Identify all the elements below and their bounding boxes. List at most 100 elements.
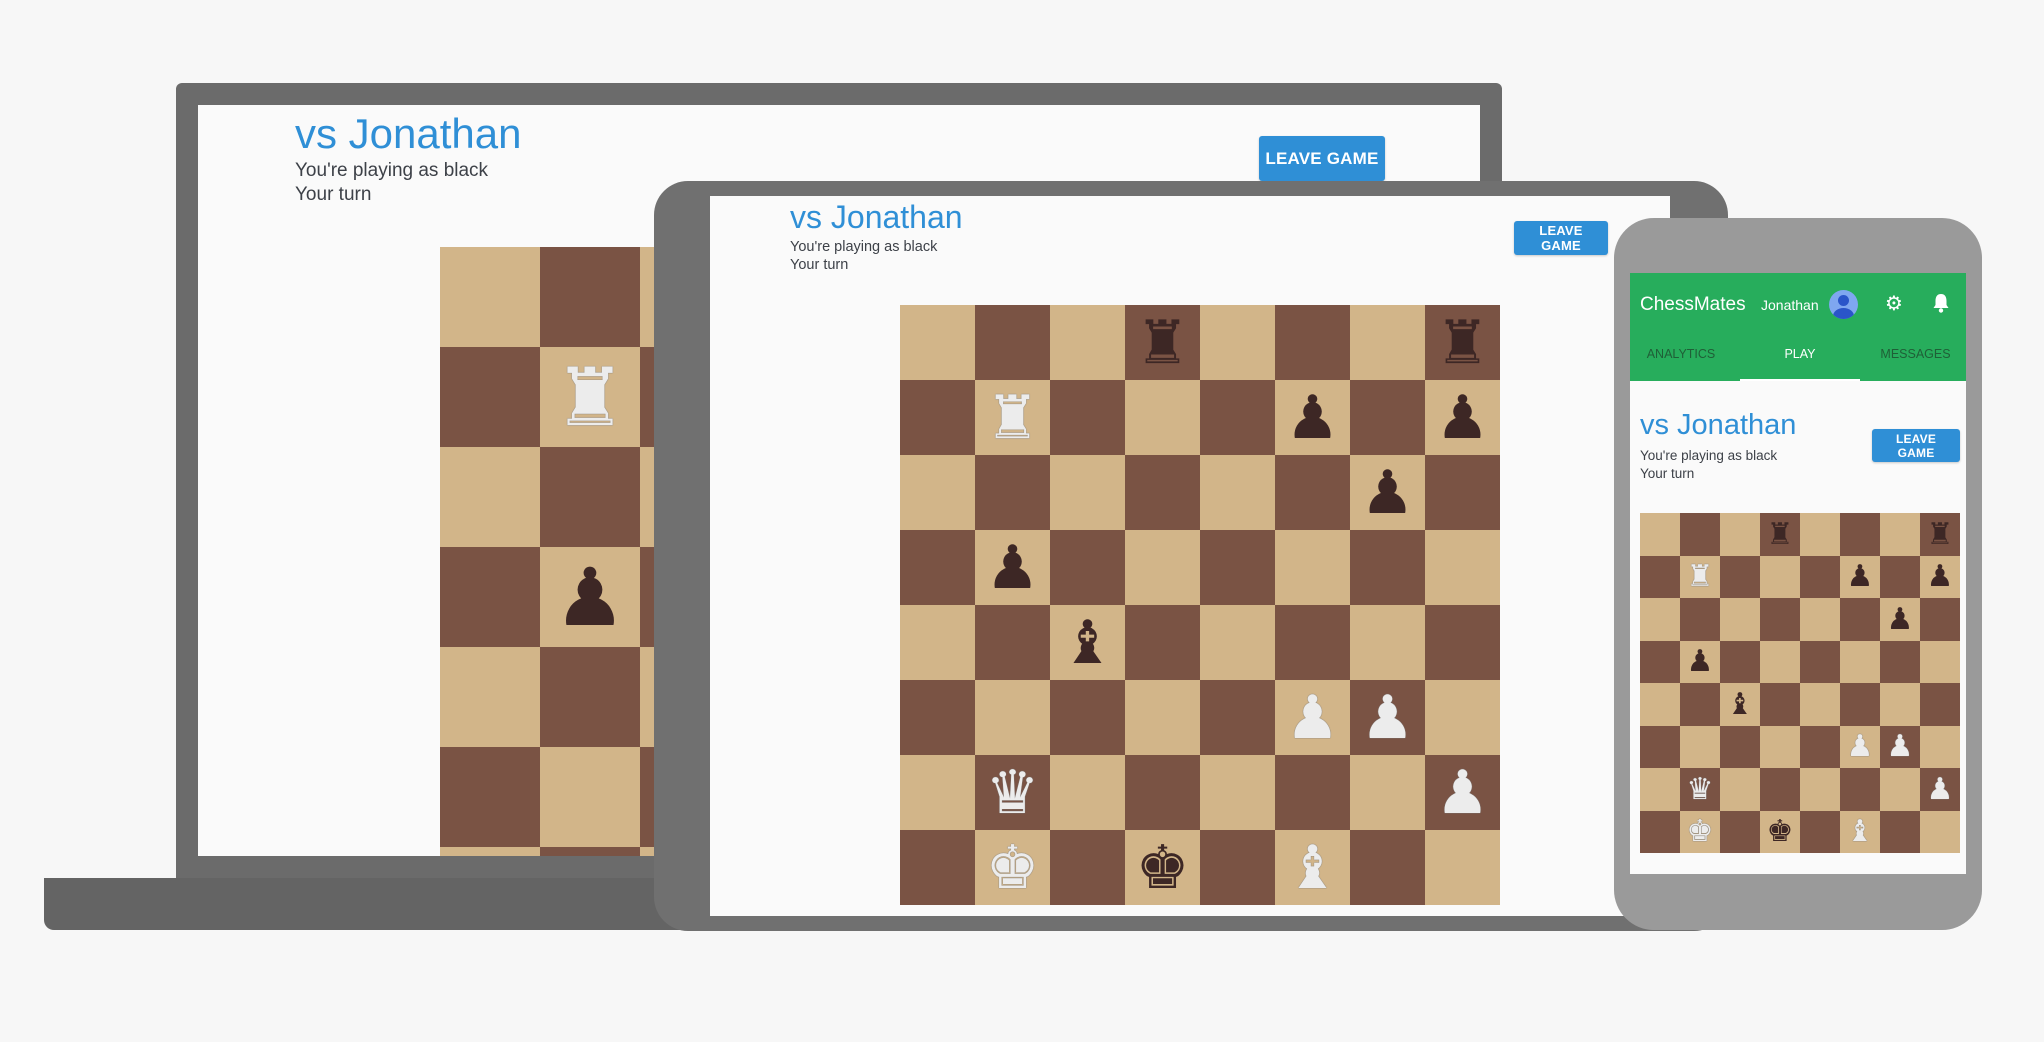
board-square[interactable] [1275, 605, 1350, 680]
black-pawn-icon[interactable]: ♟ [1927, 559, 1954, 594]
board-square[interactable] [1880, 513, 1920, 556]
board-square[interactable] [975, 305, 1050, 380]
board-square[interactable] [1840, 513, 1880, 556]
board-square[interactable] [1350, 380, 1425, 455]
board-square[interactable] [440, 647, 540, 747]
board-square[interactable] [1840, 768, 1880, 811]
board-square[interactable] [1920, 683, 1960, 726]
user-name[interactable]: Jonathan [1761, 297, 1819, 313]
board-square[interactable]: ♝ [1050, 605, 1125, 680]
black-rook-icon[interactable]: ♜ [1927, 517, 1954, 552]
board-square[interactable] [440, 347, 540, 447]
board-square[interactable] [440, 247, 540, 347]
black-pawn-icon[interactable]: ♟ [1847, 559, 1874, 594]
board-square[interactable]: ♛ [1680, 768, 1720, 811]
board-square[interactable] [1200, 755, 1275, 830]
board-square[interactable] [900, 830, 975, 905]
board-square[interactable]: ♟ [1425, 380, 1500, 455]
board-square[interactable] [1425, 830, 1500, 905]
board-square[interactable] [1840, 598, 1880, 641]
board-square[interactable] [900, 680, 975, 755]
leave-game-button[interactable]: LEAVE GAME [1259, 136, 1385, 181]
board-square[interactable] [1640, 810, 1680, 853]
board-square[interactable] [1200, 455, 1275, 530]
board-square[interactable] [900, 305, 975, 380]
board-square[interactable] [1680, 725, 1720, 768]
board-square[interactable]: ♜ [1760, 513, 1800, 556]
leave-game-button[interactable]: LEAVE GAME [1514, 221, 1608, 255]
board-square[interactable] [540, 647, 640, 747]
black-pawn-icon[interactable]: ♟ [1286, 383, 1340, 453]
board-square[interactable] [1720, 513, 1760, 556]
board-square[interactable] [1275, 305, 1350, 380]
board-square[interactable] [1640, 725, 1680, 768]
board-square[interactable]: ♝ [1720, 683, 1760, 726]
board-square[interactable]: ♛ [540, 847, 640, 856]
board-square[interactable] [440, 447, 540, 547]
board-square[interactable]: ♚ [975, 830, 1050, 905]
board-square[interactable] [1640, 640, 1680, 683]
board-square[interactable]: ♟ [1275, 680, 1350, 755]
board-square[interactable] [900, 530, 975, 605]
board-square[interactable] [1720, 768, 1760, 811]
black-rook-icon[interactable]: ♜ [1436, 308, 1490, 378]
board-square[interactable] [1050, 830, 1125, 905]
white-rook-icon[interactable]: ♜ [1687, 559, 1714, 594]
board-square[interactable] [900, 605, 975, 680]
board-square[interactable]: ♟ [975, 530, 1050, 605]
board-square[interactable] [1880, 810, 1920, 853]
board-square[interactable] [1920, 640, 1960, 683]
black-pawn-icon[interactable]: ♟ [1361, 458, 1415, 528]
board-square[interactable] [1350, 830, 1425, 905]
board-square[interactable] [1720, 555, 1760, 598]
chess-board[interactable]: ♜ ♜ ♜ ♟ ♟ ♟ ♟ ♝ ♟ ♟ ♛ ♟ ♚ ♚ ♝ [1640, 513, 1960, 853]
board-square[interactable] [1350, 530, 1425, 605]
board-square[interactable]: ♟ [1920, 768, 1960, 811]
board-square[interactable] [1800, 683, 1840, 726]
black-pawn-icon[interactable]: ♟ [554, 551, 626, 644]
board-square[interactable] [1800, 725, 1840, 768]
board-square[interactable] [1050, 305, 1125, 380]
app-brand[interactable]: ChessMates [1640, 294, 1746, 316]
board-square[interactable] [1720, 598, 1760, 641]
white-rook-icon[interactable]: ♜ [986, 383, 1040, 453]
white-rook-icon[interactable]: ♜ [554, 351, 626, 444]
board-square[interactable]: ♚ [1760, 810, 1800, 853]
board-square[interactable] [1720, 810, 1760, 853]
board-square[interactable] [900, 380, 975, 455]
tab-analytics[interactable]: ANALYTICS [1630, 347, 1732, 381]
board-square[interactable] [1050, 380, 1125, 455]
board-square[interactable]: ♜ [1680, 555, 1720, 598]
board-square[interactable] [1640, 555, 1680, 598]
white-pawn-icon[interactable]: ♟ [1927, 772, 1954, 807]
board-square[interactable] [1880, 768, 1920, 811]
white-pawn-icon[interactable]: ♟ [1361, 683, 1415, 753]
black-rook-icon[interactable]: ♜ [1767, 517, 1794, 552]
board-square[interactable] [1800, 810, 1840, 853]
board-square[interactable]: ♟ [1350, 455, 1425, 530]
board-square[interactable] [975, 680, 1050, 755]
board-square[interactable] [1800, 640, 1840, 683]
board-square[interactable] [1275, 755, 1350, 830]
board-square[interactable] [1720, 640, 1760, 683]
board-square[interactable] [1050, 455, 1125, 530]
board-square[interactable]: ♜ [1425, 305, 1500, 380]
board-square[interactable] [1125, 680, 1200, 755]
board-square[interactable] [1050, 680, 1125, 755]
board-square[interactable] [1200, 830, 1275, 905]
board-square[interactable] [900, 455, 975, 530]
board-square[interactable]: ♚ [1680, 810, 1720, 853]
board-square[interactable] [1760, 683, 1800, 726]
board-square[interactable]: ♜ [1920, 513, 1960, 556]
white-bishop-icon[interactable]: ♝ [1286, 833, 1340, 903]
white-queen-icon[interactable]: ♛ [986, 758, 1040, 828]
board-square[interactable] [1680, 513, 1720, 556]
board-square[interactable]: ♜ [540, 347, 640, 447]
board-square[interactable] [1760, 555, 1800, 598]
board-square[interactable]: ♟ [1680, 640, 1720, 683]
black-pawn-icon[interactable]: ♟ [986, 533, 1040, 603]
leave-game-button[interactable]: LEAVE GAME [1872, 429, 1960, 462]
board-square[interactable] [1425, 455, 1500, 530]
board-square[interactable] [1125, 605, 1200, 680]
black-pawn-icon[interactable]: ♟ [1436, 383, 1490, 453]
